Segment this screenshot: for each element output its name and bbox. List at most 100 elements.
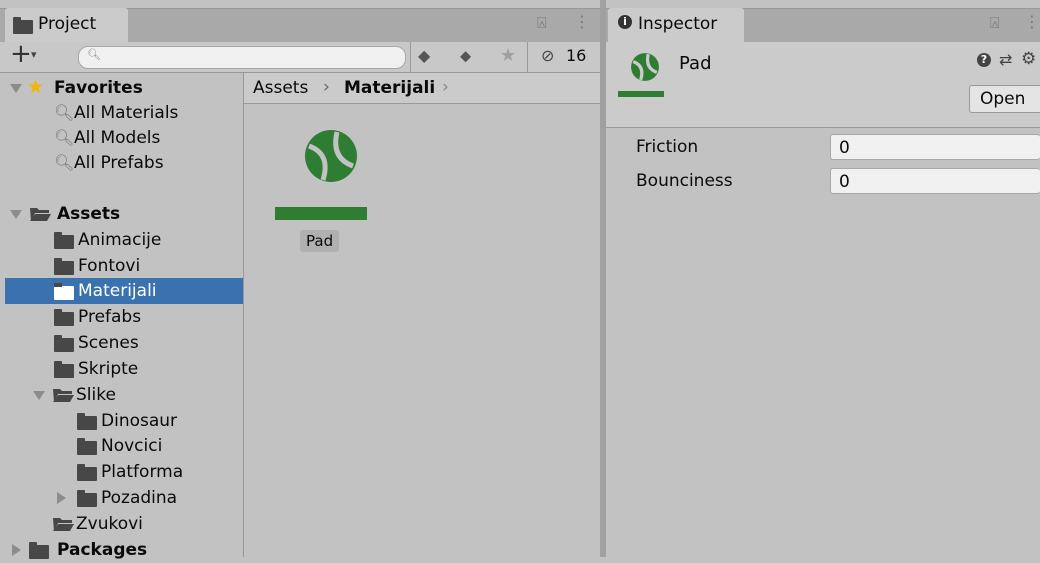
folder-icon xyxy=(77,438,97,455)
project-tab[interactable]: Project xyxy=(5,8,128,42)
folder-icon xyxy=(13,17,33,34)
collapse-triangle-icon[interactable] xyxy=(57,492,66,504)
tree-item-label: Dinosaur xyxy=(101,411,178,431)
tree-item-label: All Materials xyxy=(74,103,179,123)
open-folder-icon xyxy=(53,518,74,531)
kebab-menu-icon[interactable]: ⋮ xyxy=(574,12,590,31)
open-folder-icon xyxy=(30,208,51,221)
presets-icon[interactable]: ⇄ xyxy=(999,50,1012,69)
property-row-friction: Friction 0 xyxy=(606,134,1040,162)
bounciness-field[interactable]: 0 xyxy=(830,168,1040,194)
search-input[interactable]: 🔍︎ xyxy=(78,46,406,69)
tree-item-zvukovi[interactable]: Zvukovi xyxy=(0,511,243,537)
search-icon: 🔍︎ xyxy=(87,48,101,61)
open-folder-icon xyxy=(53,389,74,402)
favorite-star-icon[interactable]: ★ xyxy=(500,45,516,66)
tree-item-novcici[interactable]: Novcici xyxy=(0,433,243,459)
star-icon: ★ xyxy=(27,76,45,98)
tree-item-all-prefabs[interactable]: 🔍︎ All Prefabs xyxy=(0,150,243,176)
breadcrumb-current[interactable]: Materijali xyxy=(344,78,435,98)
property-row-bounciness: Bounciness 0 xyxy=(606,168,1040,196)
tree-item-label: Assets xyxy=(57,204,121,224)
tree-item-label: Slike xyxy=(76,385,116,405)
tree-item-animacije[interactable]: Animacije xyxy=(0,227,243,253)
tree-item-label: Skripte xyxy=(78,359,139,379)
inspector-header: Pad ? ⇄ ⚙ Open xyxy=(606,42,1040,128)
tree-item-label: Fontovi xyxy=(78,256,141,276)
tree-item-label: Materijali xyxy=(78,281,157,301)
help-icon[interactable]: ? xyxy=(977,53,991,67)
inspector-tab-label: Inspector xyxy=(638,14,718,34)
search-icon: 🔍︎ xyxy=(54,128,75,147)
tree-item-label: Platforma xyxy=(101,462,184,482)
toolbar-divider xyxy=(410,42,411,72)
breadcrumb-separator-icon: › xyxy=(323,77,330,97)
tree-item-skripte[interactable]: Skripte xyxy=(0,356,243,382)
collapse-triangle-icon[interactable] xyxy=(12,544,21,556)
tree-item-all-models[interactable]: 🔍︎ All Models xyxy=(0,125,243,151)
info-icon: i xyxy=(618,15,632,29)
tree-item-pozadina[interactable]: Pozadina xyxy=(0,485,243,511)
filter-by-type-icon[interactable]: ◆ xyxy=(418,46,430,65)
project-panel: Project ⍓ ⋮ + ▾ 🔍︎ ◆ ⬥ ★ ⊘ 16 ★ Favorite… xyxy=(0,0,600,560)
tree-item-slike[interactable]: Slike xyxy=(0,382,243,408)
property-label: Friction xyxy=(636,137,699,157)
add-icon[interactable]: + xyxy=(10,39,32,69)
hidden-count: 16 xyxy=(566,46,587,65)
search-icon: 🔍︎ xyxy=(54,103,75,122)
tree-item-materijali[interactable]: Materijali xyxy=(5,278,243,304)
lock-icon[interactable]: ⍓ xyxy=(537,13,547,33)
tree-item-dinosaur[interactable]: Dinosaur xyxy=(0,408,243,434)
tree-item-label: Zvukovi xyxy=(76,514,143,534)
filter-by-label-icon[interactable]: ⬥ xyxy=(460,46,471,66)
project-tab-label: Project xyxy=(38,14,97,34)
tree-item-label: Scenes xyxy=(78,333,139,353)
tree-item-scenes[interactable]: Scenes xyxy=(0,330,243,356)
folder-icon xyxy=(54,309,74,326)
tree-item-label: Pozadina xyxy=(101,488,178,508)
asset-color-bar xyxy=(275,207,367,220)
folder-icon xyxy=(54,258,74,275)
breadcrumb-root[interactable]: Assets xyxy=(253,78,308,98)
asset-grid: Pad xyxy=(244,104,600,557)
header-color-bar xyxy=(618,91,664,97)
folder-icon xyxy=(54,335,74,352)
expand-triangle-icon[interactable] xyxy=(10,210,22,219)
lock-icon[interactable]: ⍓ xyxy=(990,13,1000,33)
folder-icon xyxy=(77,413,97,430)
asset-item-pad[interactable]: Pad xyxy=(272,124,372,259)
project-tree: ★ Favorites 🔍︎ All Materials 🔍︎ All Mode… xyxy=(0,73,244,560)
search-icon: 🔍︎ xyxy=(54,153,75,172)
tree-item-label: Prefabs xyxy=(78,307,142,327)
tree-item-label: Favorites xyxy=(54,78,143,98)
project-toolbar: + ▾ 🔍︎ ◆ ⬥ ★ ⊘ 16 xyxy=(0,39,600,73)
breadcrumb-separator-icon: › xyxy=(442,77,449,97)
physics-material-icon xyxy=(305,130,357,182)
tree-item-fontovi[interactable]: Fontovi xyxy=(0,253,243,279)
tree-item-label: All Prefabs xyxy=(74,153,164,173)
tree-item-label: Packages xyxy=(57,540,148,560)
tree-item-assets[interactable]: Assets xyxy=(0,201,243,227)
expand-triangle-icon[interactable] xyxy=(33,391,45,400)
field-value: 0 xyxy=(839,172,850,192)
tree-item-prefabs[interactable]: Prefabs xyxy=(0,304,243,330)
tree-item-packages[interactable]: Packages xyxy=(0,537,243,563)
physics-material-icon xyxy=(631,53,659,81)
folder-icon xyxy=(54,361,74,378)
tree-item-all-materials[interactable]: 🔍︎ All Materials xyxy=(0,100,243,126)
hidden-packages-icon[interactable]: ⊘ xyxy=(541,46,554,65)
kebab-menu-icon[interactable]: ⋮ xyxy=(1024,12,1040,31)
tree-item-platforma[interactable]: Platforma xyxy=(0,459,243,485)
inspector-tab[interactable]: i Inspector xyxy=(608,8,744,42)
folder-icon xyxy=(54,283,74,300)
friction-field[interactable]: 0 xyxy=(830,134,1040,160)
gear-icon[interactable]: ⚙ xyxy=(1021,49,1036,69)
open-button[interactable]: Open xyxy=(969,85,1040,113)
inspector-title: Pad xyxy=(679,53,712,74)
expand-triangle-icon[interactable] xyxy=(10,84,22,93)
tree-item-label: All Models xyxy=(74,128,161,148)
chevron-down-icon[interactable]: ▾ xyxy=(31,48,37,61)
toolbar-divider xyxy=(527,42,528,72)
tree-item-favorites[interactable]: ★ Favorites xyxy=(0,75,243,101)
folder-icon xyxy=(77,490,97,507)
